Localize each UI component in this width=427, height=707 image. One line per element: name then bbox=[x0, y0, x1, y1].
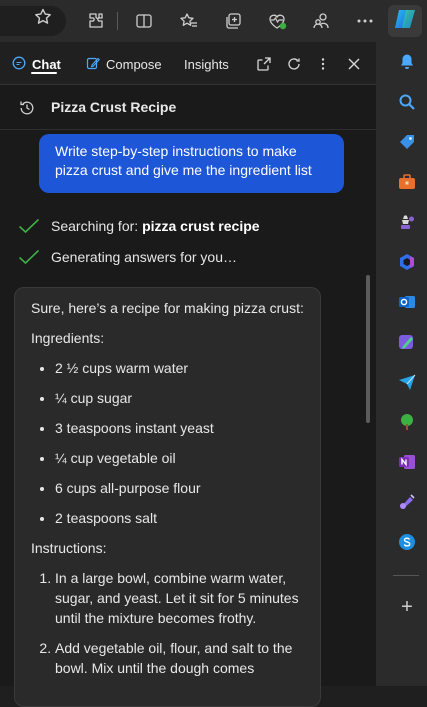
ingredient-list: 2 ½ cups warm water ¼ cup sugar 3 teaspo… bbox=[31, 358, 304, 528]
list-item: 2 teaspoons salt bbox=[55, 508, 304, 528]
microsoft-365-icon[interactable] bbox=[396, 251, 418, 273]
copilot-icon bbox=[393, 8, 417, 35]
searching-query: pizza crust recipe bbox=[142, 218, 260, 234]
searching-prefix: Searching for: bbox=[51, 218, 139, 234]
pane-tab-bar: Chat Compose Insights bbox=[0, 42, 376, 85]
refresh-icon[interactable] bbox=[285, 55, 303, 73]
browser-essentials-icon[interactable] bbox=[264, 8, 290, 34]
add-icon[interactable]: + bbox=[396, 596, 418, 618]
status-searching: Searching for: pizza crust recipe bbox=[18, 216, 260, 236]
extensions-icon[interactable] bbox=[83, 8, 109, 34]
list-item: In a large bowl, combine warm water, sug… bbox=[55, 568, 304, 628]
instruction-steps: In a large bowl, combine warm water, sug… bbox=[31, 568, 304, 678]
favorite-star-icon[interactable] bbox=[30, 4, 56, 30]
list-item: ¼ cup sugar bbox=[55, 388, 304, 408]
generating-text: Generating answers for you… bbox=[51, 249, 237, 265]
ingredients-heading: Ingredients: bbox=[31, 330, 105, 346]
tab-chat[interactable]: Chat bbox=[12, 55, 61, 73]
user-message-text: Write step-by-step instructions to make … bbox=[55, 143, 312, 178]
active-tab-indicator bbox=[31, 72, 57, 74]
chat-icon bbox=[12, 56, 26, 73]
search-icon[interactable] bbox=[396, 91, 418, 113]
shopping-icon[interactable] bbox=[396, 131, 418, 153]
games-icon[interactable] bbox=[396, 211, 418, 233]
browser-toolbar bbox=[0, 0, 427, 42]
list-item: 6 cups all-purpose flour bbox=[55, 478, 304, 498]
instructions-heading: Instructions: bbox=[31, 540, 107, 556]
status-generating: Generating answers for you… bbox=[18, 247, 237, 267]
send-icon[interactable] bbox=[396, 371, 418, 393]
sidebar-divider bbox=[393, 575, 419, 576]
check-icon bbox=[18, 249, 40, 265]
collections-icon[interactable] bbox=[220, 8, 246, 34]
tools-icon[interactable] bbox=[396, 171, 418, 193]
pane-more-icon[interactable] bbox=[314, 55, 332, 73]
onenote-icon[interactable] bbox=[396, 451, 418, 473]
more-icon[interactable] bbox=[352, 8, 378, 34]
copilot-button[interactable] bbox=[388, 5, 422, 37]
open-in-new-tab-icon[interactable] bbox=[255, 55, 273, 73]
user-message-bubble: Write step-by-step instructions to make … bbox=[39, 134, 344, 193]
toolbar-divider bbox=[117, 12, 118, 30]
conversation-title: Pizza Crust Recipe bbox=[51, 99, 177, 115]
address-bar[interactable] bbox=[0, 6, 66, 36]
copilot-pane: Chat Compose Insights Pizza Crust Recipe… bbox=[0, 42, 376, 707]
notifications-icon[interactable] bbox=[396, 51, 418, 73]
outlook-icon[interactable] bbox=[396, 291, 418, 313]
history-icon[interactable] bbox=[18, 99, 36, 122]
list-item: Add vegetable oil, flour, and salt to th… bbox=[55, 638, 304, 678]
designer-icon[interactable] bbox=[396, 331, 418, 353]
split-screen-icon[interactable] bbox=[131, 8, 157, 34]
list-item: 3 teaspoons instant yeast bbox=[55, 418, 304, 438]
drop-icon[interactable] bbox=[396, 491, 418, 513]
check-icon bbox=[18, 218, 40, 234]
tab-insights[interactable]: Insights bbox=[184, 55, 229, 73]
list-item: ¼ cup vegetable oil bbox=[55, 448, 304, 468]
tree-icon[interactable] bbox=[396, 411, 418, 433]
profile-icon[interactable] bbox=[308, 8, 334, 34]
scrollbar-thumb[interactable] bbox=[366, 275, 370, 423]
answer-intro: Sure, here’s a recipe for making pizza c… bbox=[31, 300, 304, 316]
favorites-icon[interactable] bbox=[176, 8, 202, 34]
compose-icon bbox=[86, 56, 100, 73]
close-icon[interactable] bbox=[345, 55, 363, 73]
conversation-header: Pizza Crust Recipe bbox=[0, 85, 376, 130]
tab-chat-label: Chat bbox=[32, 56, 61, 72]
list-item: 2 ½ cups warm water bbox=[55, 358, 304, 378]
tab-compose-label: Compose bbox=[106, 56, 162, 72]
skype-icon[interactable] bbox=[396, 531, 418, 553]
answer-card: Sure, here’s a recipe for making pizza c… bbox=[14, 287, 321, 707]
tab-compose[interactable]: Compose bbox=[86, 55, 162, 73]
tab-insights-label: Insights bbox=[184, 56, 229, 72]
